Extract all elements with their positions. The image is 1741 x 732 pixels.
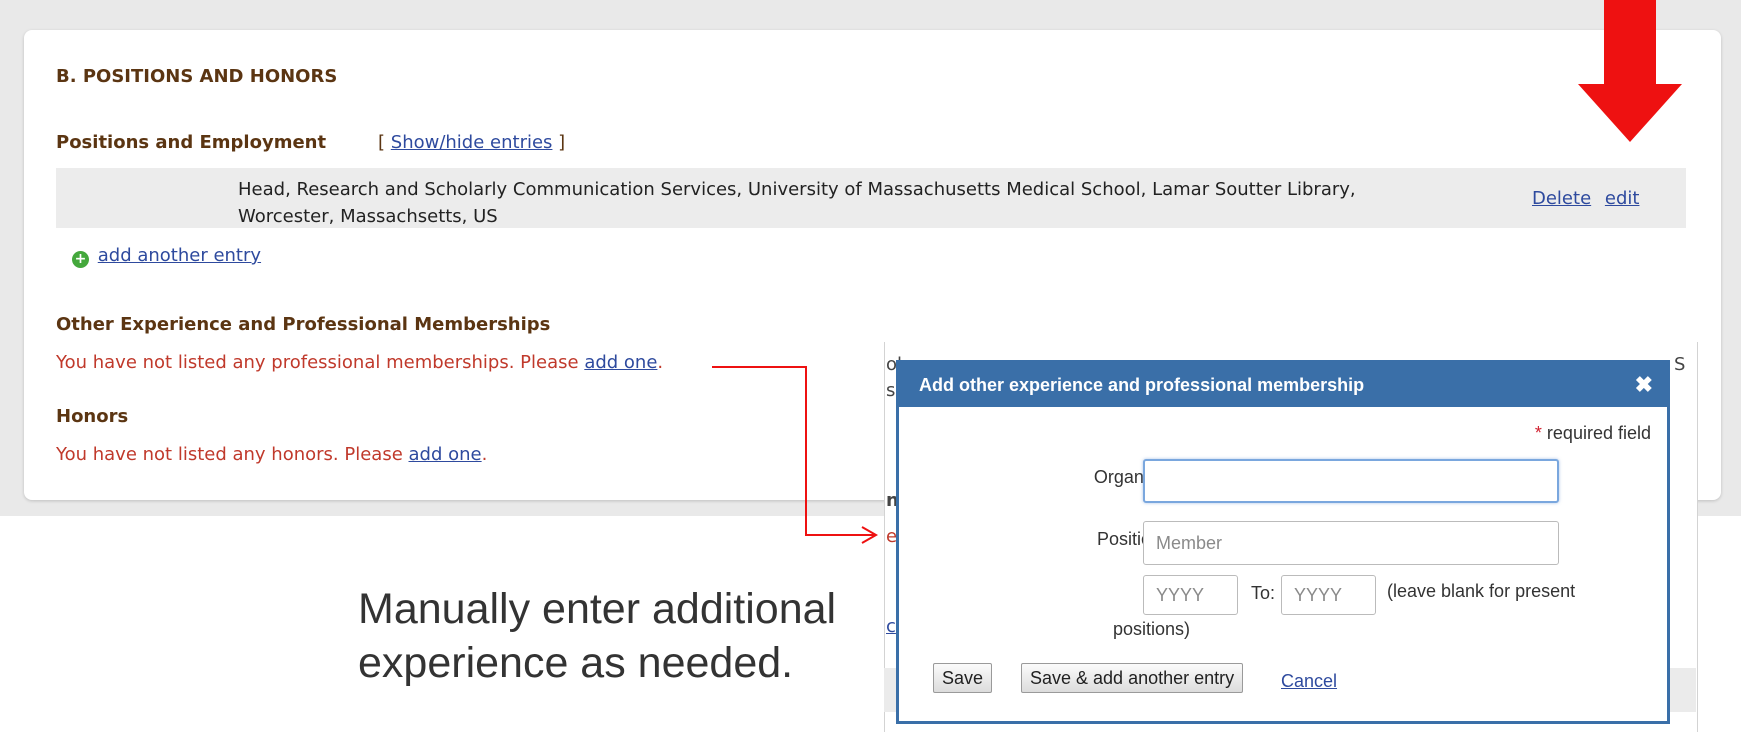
- position-title-input[interactable]: [1143, 521, 1559, 565]
- other-experience-heading: Other Experience and Professional Member…: [56, 314, 551, 335]
- required-field-note: * required field: [1534, 423, 1651, 443]
- plus-circle-icon: +: [72, 251, 89, 268]
- section-title: B. POSITIONS AND HONORS: [56, 66, 338, 87]
- position-entry-row: Head, Research and Scholarly Communicati…: [56, 168, 1686, 228]
- show-hide-entries-link[interactable]: Show/hide entries: [391, 132, 553, 153]
- dialog-header: Add other experience and professional me…: [899, 363, 1667, 407]
- dialog-title: Add other experience and professional me…: [919, 375, 1365, 395]
- save-and-add-another-button[interactable]: Save & add another entry: [1021, 663, 1244, 693]
- show-hide-toggle: [ Show/hide entries ]: [378, 132, 566, 153]
- entry-actions: Delete edit: [1532, 188, 1647, 209]
- save-button[interactable]: Save: [933, 663, 993, 693]
- delete-link[interactable]: Delete: [1532, 188, 1591, 209]
- instruction-caption: Manually enter additional experience as …: [358, 585, 837, 687]
- to-year-input[interactable]: [1281, 575, 1376, 615]
- add-entry: + add another entry: [72, 245, 261, 268]
- background-text-fragment: S: [1674, 354, 1686, 375]
- close-icon[interactable]: ✖: [1635, 372, 1653, 398]
- cancel-link[interactable]: Cancel: [1281, 671, 1337, 692]
- add-another-entry-link[interactable]: add another entry: [98, 245, 261, 266]
- required-star: *: [1534, 423, 1542, 443]
- add-honor-link[interactable]: add one: [409, 444, 482, 465]
- date-hint-continued: positions): [1113, 619, 1191, 639]
- edit-link[interactable]: edit: [1605, 188, 1640, 209]
- background-text-fragment: c: [886, 616, 896, 637]
- date-hint: (leave blank for present: [1387, 581, 1576, 601]
- add-membership-link[interactable]: add one: [584, 352, 657, 373]
- red-down-arrow-icon: [1578, 0, 1682, 142]
- honors-note: You have not listed any honors. Please a…: [56, 444, 488, 465]
- add-membership-dialog: Add other experience and professional me…: [896, 360, 1670, 724]
- memberships-note: You have not listed any professional mem…: [56, 352, 664, 373]
- organization-input[interactable]: [1143, 459, 1559, 503]
- from-year-input[interactable]: [1143, 575, 1238, 615]
- honors-heading: Honors: [56, 406, 129, 427]
- to-label: To:: [1250, 583, 1275, 603]
- position-entry-text: Head, Research and Scholarly Communicati…: [238, 179, 1356, 227]
- positions-heading: Positions and Employment: [56, 132, 327, 153]
